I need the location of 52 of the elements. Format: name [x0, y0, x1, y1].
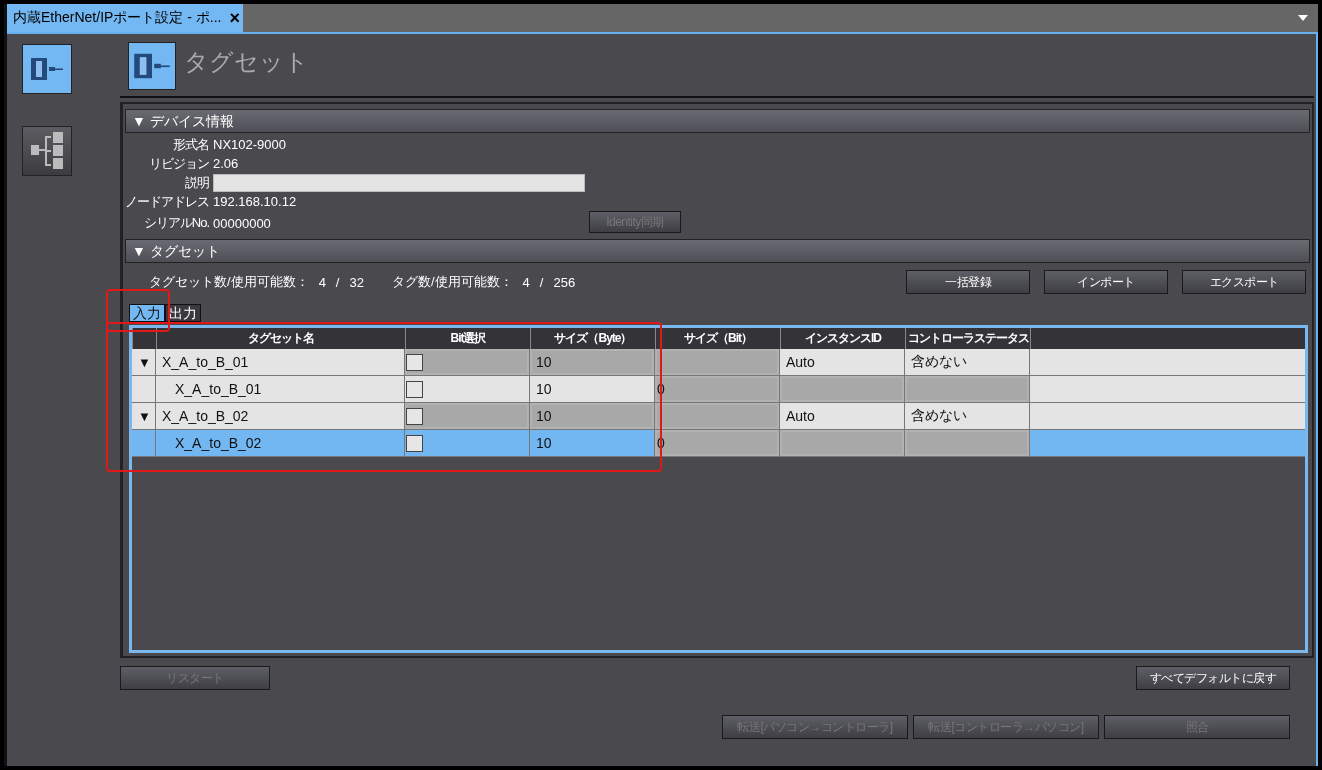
toolbar-button[interactable]: インポート [1044, 270, 1168, 294]
checkbox[interactable] [406, 380, 423, 398]
checkbox[interactable] [406, 407, 423, 425]
table-cell: 含めない [905, 349, 1030, 375]
io-tab[interactable]: 出力 [165, 304, 201, 322]
table-cell: 10 [530, 403, 655, 429]
expander-icon[interactable]: ▼ [138, 354, 151, 370]
field-label: リビジョン [148, 154, 209, 173]
tree-icon [29, 131, 65, 171]
count-value: 256 [553, 274, 576, 290]
page-title: タグセット [184, 47, 309, 77]
checkbox[interactable] [406, 434, 423, 452]
section-header[interactable]: ▼ タグセット [125, 239, 1310, 263]
field-label: 形式名 [172, 135, 209, 154]
table-row[interactable]: ▼ X_A_to_B_02 10 Auto 含めない [132, 403, 1305, 430]
field-value: NX102-9000 [213, 137, 286, 152]
checkbox[interactable] [406, 353, 423, 371]
description-field[interactable] [213, 173, 585, 192]
count-value: 32 [349, 274, 364, 290]
io-tab[interactable]: 入力 [129, 304, 165, 322]
table-cell: 10 [530, 349, 655, 375]
table-cell: Auto [780, 349, 905, 375]
table-cell: 含めない [905, 403, 1030, 429]
table-cell: Auto [780, 403, 905, 429]
table-row[interactable]: ▼ X_A_to_B_01 10 Auto 含めない [132, 349, 1305, 376]
expander-icon[interactable]: ▼ [138, 408, 151, 424]
field-value: 192.168.10.12 [213, 194, 297, 209]
count-value: 4 [522, 274, 530, 290]
count-separator: / [539, 274, 544, 290]
field-label: ノードアドレス [125, 192, 209, 211]
device-view-button[interactable] [22, 44, 72, 94]
toolbar-button[interactable]: 一括登録 [906, 270, 1030, 294]
field-value: 2.06 [213, 156, 239, 171]
device-icon [29, 57, 65, 81]
close-icon[interactable]: × [229, 7, 240, 29]
count-label: タグセット数/使用可能数： [149, 273, 309, 291]
count-value: 4 [318, 274, 326, 290]
document-tab-title: 内蔵EtherNet/IPポート設定 - ポ... [13, 9, 222, 27]
dropdown-icon[interactable] [1298, 15, 1308, 21]
table-cell: X_A_to_B_02 [156, 430, 405, 456]
section-header[interactable]: ▼ デバイス情報 [125, 109, 1310, 133]
reset-defaults-button[interactable]: すべてデフォルトに戻す [1136, 666, 1290, 690]
table-cell: X_A_to_B_01 [156, 376, 405, 402]
field-label: 説明 [184, 173, 209, 192]
count-separator: / [335, 274, 340, 290]
count-label: タグ数/使用可能数： [391, 273, 513, 291]
field-value: 00000000 [213, 215, 271, 231]
toolbar-button[interactable]: エクスポート [1182, 270, 1306, 294]
tree-view-button[interactable] [22, 126, 72, 176]
document-tab[interactable]: 内蔵EtherNet/IPポート設定 - ポ... × [7, 4, 243, 32]
field-label: シリアルNo. [142, 214, 209, 232]
device-icon [128, 42, 176, 90]
